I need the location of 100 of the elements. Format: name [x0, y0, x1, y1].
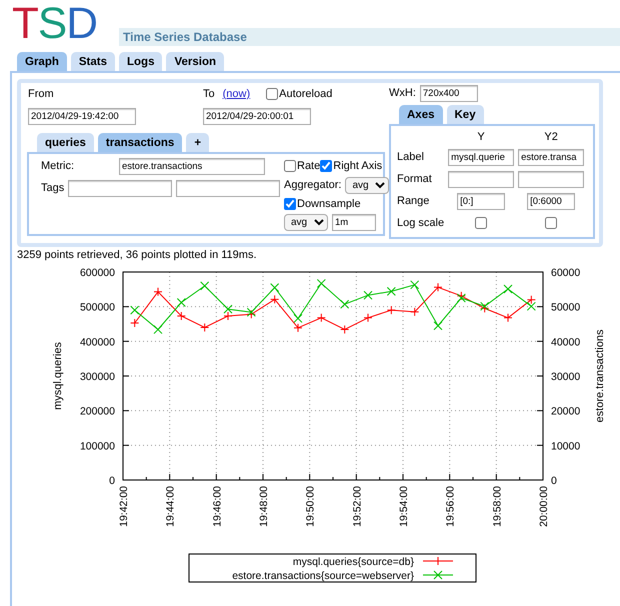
- data-point-marker: [154, 286, 162, 296]
- legend-label: mysql.queries{source=db}: [292, 556, 414, 568]
- aggregator-label: Aggregator:: [284, 178, 342, 193]
- axis-field[interactable]: [448, 171, 514, 188]
- autoreload-checkbox[interactable]: [266, 88, 278, 100]
- data-point-marker: [200, 322, 210, 332]
- downsample-checkbox[interactable]: [284, 198, 296, 210]
- axis-tick-label: 19:42:00: [118, 486, 130, 526]
- downsample-label: Downsample: [297, 196, 361, 212]
- to-label: To: [203, 86, 215, 102]
- axis-tick-label: 19:52:00: [351, 486, 364, 526]
- data-point-marker: [130, 318, 140, 327]
- data-point-marker: [246, 309, 256, 318]
- data-point-marker: [176, 298, 186, 306]
- axis-tick-label: 19:54:00: [398, 486, 410, 526]
- right-axis-checkbox[interactable]: [320, 160, 332, 172]
- data-point-marker: [340, 324, 350, 334]
- row-label: Log scale: [397, 217, 444, 230]
- to-field[interactable]: 2012/04/29-20:00:01: [203, 108, 311, 125]
- logo-letter: D: [66, 2, 98, 46]
- axis-tick-label: 10000: [551, 440, 580, 452]
- legend-swatch: [422, 570, 454, 579]
- right-axis-label: Right Axis: [333, 159, 382, 174]
- axis-tick-label: 20:00:00: [538, 486, 550, 526]
- data-point-marker: [246, 307, 256, 316]
- axis-tick-label: 60000: [551, 266, 580, 278]
- data-point-marker: [200, 280, 210, 290]
- data-point-marker: [434, 320, 442, 330]
- downsample-interval-field[interactable]: 1m: [332, 214, 376, 231]
- tab[interactable]: +: [186, 133, 210, 152]
- data-point-marker: [434, 282, 442, 292]
- now-link[interactable]: (now): [222, 86, 250, 102]
- tab[interactable]: queries: [37, 133, 94, 152]
- axis-tick-label: 19:46:00: [211, 486, 224, 526]
- aggregator-select[interactable]: avg: [345, 176, 390, 194]
- data-point-marker: [410, 280, 420, 289]
- axis-tick-label: 19:56:00: [444, 486, 457, 526]
- app-title: Time Series Database: [119, 28, 620, 46]
- log-scale-checkbox[interactable]: [474, 217, 487, 230]
- data-point-marker: [504, 284, 512, 293]
- axis-tick-label: 300000: [80, 370, 115, 382]
- axis-tick-label: 20000: [551, 405, 580, 418]
- axis-tick-label: 400000: [80, 336, 115, 348]
- status-text: 3259 points retrieved, 36 points plotted in 119ms.: [17, 248, 258, 262]
- column-header: Y: [477, 131, 485, 143]
- data-point-marker: [130, 305, 140, 314]
- data-point-marker: [316, 312, 326, 322]
- row-label: Label: [397, 151, 424, 164]
- data-point-marker: [410, 306, 420, 316]
- data-point-marker: [224, 304, 232, 314]
- tab[interactable]: Version: [166, 52, 224, 71]
- axis-field[interactable]: mysql.querie: [448, 149, 514, 166]
- log-scale-checkbox[interactable]: [544, 217, 557, 230]
- data-point-marker: [526, 301, 536, 310]
- tab[interactable]: Axes: [399, 105, 442, 124]
- tab[interactable]: Graph: [17, 52, 67, 71]
- data-point-marker: [294, 313, 302, 322]
- data-point-marker: [270, 294, 280, 304]
- axis-tick-label: 19:44:00: [164, 486, 177, 526]
- data-point-marker: [364, 312, 372, 322]
- logo-letter: T: [12, 2, 38, 46]
- axis-field[interactable]: estore.transa: [518, 149, 584, 166]
- logo-letter: S: [38, 2, 66, 46]
- axis-tick-label: 200000: [80, 405, 115, 418]
- row-label: Range: [397, 195, 430, 208]
- size-label: WxH:: [389, 86, 416, 102]
- axis-tick-label: 50000: [551, 301, 580, 314]
- tag-value-field[interactable]: [176, 180, 280, 197]
- y-axis-title: mysql.queries: [52, 342, 64, 410]
- from-field[interactable]: 2012/04/29-19:42:00: [28, 108, 136, 125]
- data-point-marker: [504, 312, 512, 322]
- axis-tick-label: 0: [109, 474, 115, 486]
- data-point-marker: [340, 299, 350, 308]
- tab[interactable]: Stats: [70, 52, 115, 71]
- axis-field[interactable]: [0:]: [457, 193, 506, 210]
- y2-axis-title: estore.transactions: [594, 329, 606, 422]
- tab[interactable]: transactions: [98, 133, 182, 152]
- axis-tick-label: 19:50:00: [304, 486, 317, 526]
- data-point-marker: [480, 301, 490, 310]
- metric-field[interactable]: estore.transactions: [119, 158, 265, 175]
- data-point-marker: [480, 303, 490, 312]
- tab[interactable]: Key: [446, 105, 484, 124]
- data-point-marker: [526, 294, 536, 304]
- axis-tick-label: 19:48:00: [258, 486, 270, 526]
- axis-tick-label: 30000: [551, 370, 580, 382]
- legend-swatch: [422, 556, 454, 565]
- rate-checkbox[interactable]: [284, 160, 296, 172]
- tag-key-field[interactable]: [68, 180, 172, 197]
- axis-tick-label: 40000: [551, 336, 580, 348]
- metric-label: Metric:: [41, 159, 75, 174]
- axis-field[interactable]: [518, 171, 584, 188]
- axis-field[interactable]: [0:6000: [527, 193, 576, 210]
- data-point-marker: [456, 290, 466, 300]
- downsample-function-select[interactable]: avg: [284, 214, 328, 231]
- data-point-marker: [316, 278, 326, 288]
- axis-tick-label: 0: [551, 474, 557, 486]
- tags-label: Tags: [41, 181, 66, 196]
- size-field[interactable]: 720x400: [420, 85, 478, 102]
- tab[interactable]: Logs: [119, 52, 162, 71]
- axis-tick-label: 19:58:00: [491, 486, 504, 526]
